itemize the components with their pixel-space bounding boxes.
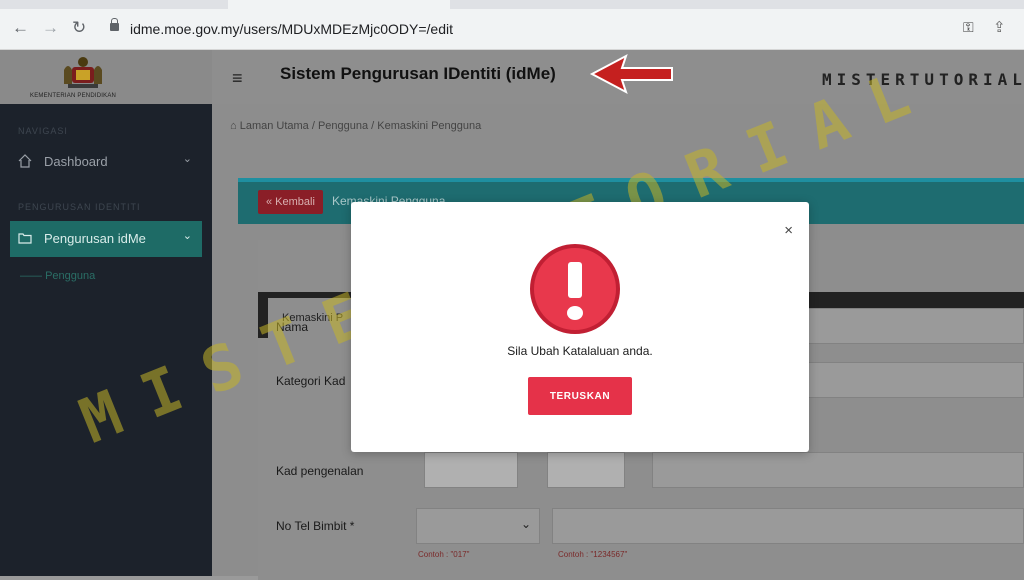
sidebar-item-dashboard[interactable]: Dashboard ⌄: [10, 144, 202, 180]
sidebar-item-label: Dashboard: [44, 154, 108, 169]
tel-prefix-select[interactable]: ⌄: [416, 508, 540, 544]
crest-logo-icon: [64, 57, 102, 88]
page-title: Sistem Pengurusan IDentiti (idMe): [280, 64, 556, 83]
chevron-down-icon: ⌄: [520, 517, 531, 531]
alert-modal: × Sila Ubah Katalaluan anda. TERUSKAN: [351, 202, 809, 452]
folder-icon: [18, 233, 32, 244]
modal-message: Sila Ubah Katalaluan anda.: [507, 344, 653, 358]
hamburger-menu-icon[interactable]: ≡: [232, 68, 243, 89]
reload-icon[interactable]: ↻: [72, 18, 86, 38]
tel-number-input[interactable]: [552, 508, 1024, 544]
chevron-down-icon: ⌄: [182, 153, 192, 165]
close-icon[interactable]: ×: [784, 222, 793, 239]
browser-tab-active[interactable]: [228, 0, 450, 9]
home-icon[interactable]: ⌂: [230, 120, 240, 132]
logo-caption: KEMENTERIAN PENDIDIKAN: [30, 93, 117, 99]
hint-text: Contoh : "017": [418, 550, 470, 559]
sidebar: KEMENTERIAN PENDIDIKAN NAVIGASI Dashboar…: [0, 50, 212, 576]
logo-area: KEMENTERIAN PENDIDIKAN: [0, 50, 212, 104]
breadcrumb-text[interactable]: Laman Utama / Pengguna / Kemaskini Pengg…: [240, 120, 482, 132]
browser-toolbar: ← → ↻ idme.moe.gov.my/users/MDUxMDEzMjc0…: [0, 0, 1024, 50]
sidebar-subitem-pengguna[interactable]: —— Pengguna: [20, 270, 95, 282]
sidebar-item-pengurusan-idme[interactable]: Pengurusan idMe ⌄: [10, 221, 202, 257]
sidebar-section-label: PENGURUSAN IDENTITI: [18, 202, 141, 212]
chevron-down-icon: ⌄: [182, 230, 192, 242]
browser-tabstrip: [0, 0, 1024, 9]
back-arrow-icon[interactable]: ←: [12, 18, 29, 38]
sidebar-item-label: Pengurusan idMe: [44, 231, 146, 246]
address-bar[interactable]: idme.moe.gov.my/users/MDUxMDEzMjc0ODY=/e…: [100, 14, 1020, 44]
teruskan-button[interactable]: TERUSKAN: [528, 377, 632, 415]
kad-input-part2[interactable]: [547, 452, 625, 488]
field-label-kad: Kad pengenalan: [276, 464, 364, 478]
sidebar-section-label: NAVIGASI: [18, 126, 68, 136]
forward-arrow-icon[interactable]: →: [42, 18, 59, 38]
key-icon[interactable]: ⚿: [963, 19, 974, 36]
exclamation-icon: [530, 244, 620, 334]
url-text[interactable]: idme.moe.gov.my/users/MDUxMDEzMjc0ODY=/e…: [130, 21, 453, 37]
share-icon[interactable]: ⇪: [993, 18, 1006, 36]
kad-input-part3[interactable]: [652, 452, 1024, 488]
kad-input-part1[interactable]: [424, 452, 518, 488]
breadcrumb: ⌂ Laman Utama / Pengguna / Kemaskini Pen…: [230, 120, 481, 132]
home-icon: [18, 154, 32, 168]
back-button[interactable]: « Kembali: [258, 190, 323, 214]
sidebar-subitem-label: Pengguna: [45, 270, 96, 282]
lock-icon: [110, 18, 119, 31]
red-arrow-annotation-icon: [589, 53, 673, 95]
hint-text: Contoh : "1234567": [558, 550, 628, 559]
field-label-tel: No Tel Bimbit *: [276, 519, 355, 533]
